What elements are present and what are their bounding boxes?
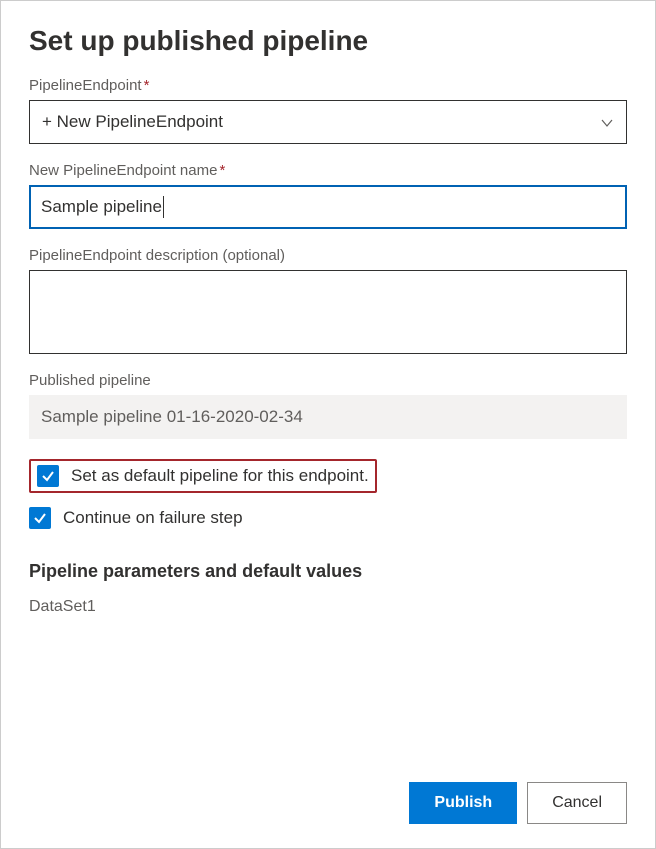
- endpoint-label: PipelineEndpoint*: [29, 77, 627, 94]
- cancel-button[interactable]: Cancel: [527, 782, 627, 824]
- name-input[interactable]: Sample pipeline: [29, 185, 627, 229]
- required-asterisk: *: [144, 77, 150, 94]
- publish-pipeline-dialog: Set up published pipeline PipelineEndpoi…: [0, 0, 656, 849]
- name-label: New PipelineEndpoint name*: [29, 162, 627, 179]
- description-textarea[interactable]: [29, 270, 627, 354]
- checkmark-icon: [41, 469, 55, 483]
- dialog-title: Set up published pipeline: [29, 25, 627, 57]
- set-default-label: Set as default pipeline for this endpoin…: [71, 466, 369, 486]
- published-label: Published pipeline: [29, 372, 627, 389]
- publish-button[interactable]: Publish: [409, 782, 517, 824]
- set-default-checkbox-row[interactable]: Set as default pipeline for this endpoin…: [29, 459, 377, 493]
- checkmark-icon: [33, 511, 47, 525]
- set-default-checkbox[interactable]: [37, 465, 59, 487]
- continue-failure-checkbox[interactable]: [29, 507, 51, 529]
- required-asterisk: *: [219, 162, 225, 179]
- parameters-heading: Pipeline parameters and default values: [29, 561, 627, 582]
- continue-failure-label: Continue on failure step: [63, 508, 243, 528]
- name-label-text: New PipelineEndpoint name: [29, 162, 217, 179]
- description-label: PipelineEndpoint description (optional): [29, 247, 627, 264]
- dialog-footer: Publish Cancel: [409, 782, 627, 824]
- continue-failure-checkbox-row[interactable]: Continue on failure step: [29, 507, 627, 529]
- endpoint-select-value: + New PipelineEndpoint: [42, 112, 223, 132]
- endpoint-label-text: PipelineEndpoint: [29, 77, 142, 94]
- parameter-item: DataSet1: [29, 598, 627, 616]
- chevron-down-icon: [600, 115, 614, 129]
- endpoint-select[interactable]: + New PipelineEndpoint: [29, 100, 627, 144]
- text-caret: [163, 196, 164, 218]
- name-input-value: Sample pipeline: [41, 197, 162, 217]
- published-pipeline-value: Sample pipeline 01-16-2020-02-34: [29, 395, 627, 439]
